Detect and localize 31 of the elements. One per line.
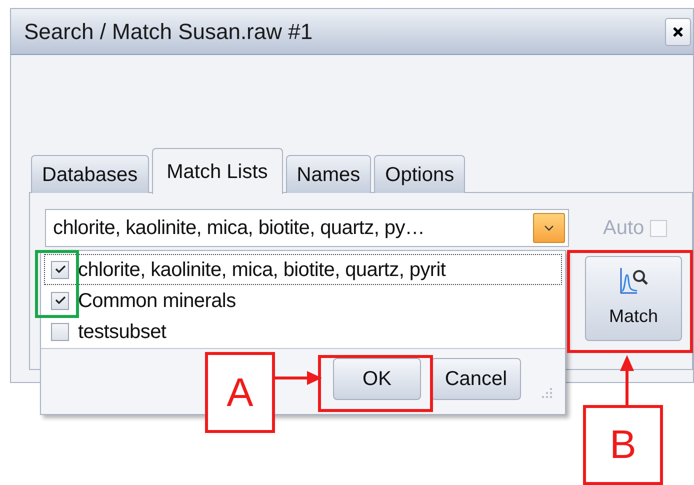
spectrum-search-icon: [618, 267, 648, 295]
callout-label: B: [583, 405, 663, 485]
list-item[interactable]: Common minerals: [44, 285, 562, 316]
match-button[interactable]: Match: [585, 256, 682, 341]
resize-grip-icon: [539, 386, 553, 400]
checkmark-icon: [54, 265, 66, 274]
item-label: chlorite, kaolinite, mica, biotite, quartz, pyrit: [78, 258, 446, 282]
item-label: Common minerals: [78, 288, 236, 314]
window-title: Search / Match Susan.raw #1: [24, 18, 313, 46]
auto-label: Auto: [603, 216, 644, 241]
combo-value: chlorite, kaolinite, mica, biotite, quartz, py…: [53, 216, 425, 241]
checkmark-icon: [54, 296, 66, 305]
checkbox[interactable]: [51, 292, 69, 310]
dialog-button[interactable]: Cancel: [431, 358, 521, 400]
arrow: [619, 355, 635, 405]
list-item[interactable]: testsubset: [44, 316, 562, 347]
list-item[interactable]: chlorite, kaolinite, mica, biotite, quartz, pyrit: [44, 254, 562, 285]
checkbox[interactable]: [51, 260, 69, 278]
checkbox[interactable]: [51, 322, 69, 340]
callout-label: A: [205, 352, 275, 433]
tab[interactable]: Match Lists: [152, 148, 283, 194]
close-button[interactable]: [665, 18, 691, 46]
close-icon: [672, 26, 684, 38]
tab[interactable]: Databases: [31, 155, 149, 193]
dialog-button[interactable]: OK: [333, 358, 421, 400]
item-label: testsubset: [78, 320, 166, 344]
tab[interactable]: Options: [374, 155, 466, 193]
chevron-down-icon: [544, 225, 554, 231]
tab[interactable]: Names: [286, 155, 372, 193]
arrow: [275, 370, 322, 386]
match-list-combo[interactable]: chlorite, kaolinite, mica, biotite, quartz, py…: [45, 209, 569, 247]
